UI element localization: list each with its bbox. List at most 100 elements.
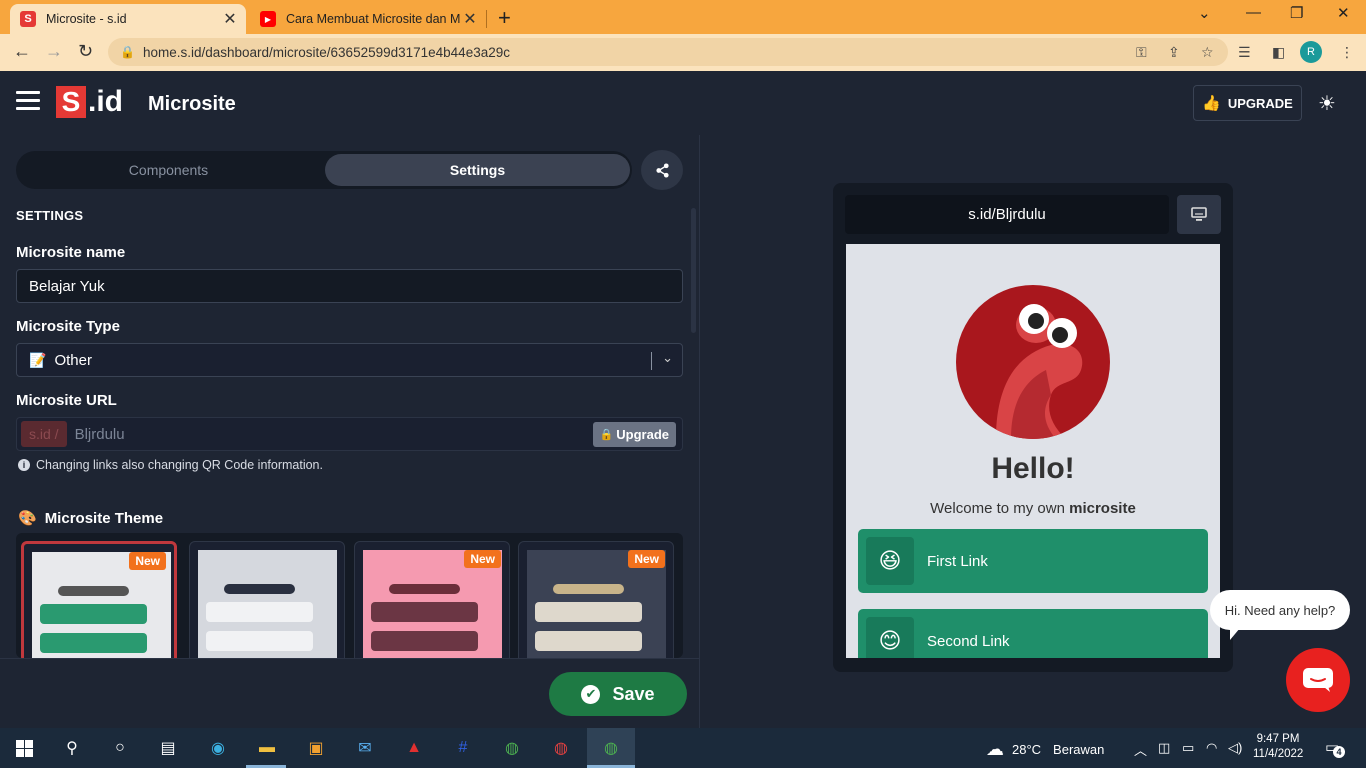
app-header: S .id Microsite 👍 UPGRADE ☀ [0, 71, 1366, 135]
microsite-type-select[interactable]: 📝 Other ⌄ [16, 343, 683, 377]
file-explorer-icon[interactable]: ▬ [255, 736, 279, 760]
theme-bar [371, 631, 478, 651]
save-button[interactable]: ✔ Save [549, 672, 687, 716]
theme-card-2[interactable] [189, 541, 345, 658]
theme-bar [553, 584, 624, 594]
info-icon: i [18, 459, 30, 471]
share-button[interactable] [641, 150, 683, 190]
wifi-icon[interactable]: ◠ [1206, 740, 1217, 756]
forward-icon[interactable]: → [45, 41, 63, 62]
sid-logo[interactable]: S .id [56, 85, 123, 119]
theme-bar [58, 586, 129, 596]
cortana-icon[interactable]: ○ [108, 736, 132, 760]
task-view-icon[interactable]: ▤ [156, 736, 180, 760]
chat-bubble[interactable]: Hi. Need any help? [1210, 590, 1350, 630]
cloud-icon: ☁ [986, 739, 1004, 759]
chrome-profile-icon[interactable]: ◍ [549, 736, 573, 760]
battery-icon[interactable]: ▭ [1182, 740, 1194, 756]
reload-icon[interactable]: ↻ [78, 41, 93, 62]
tab-settings[interactable]: Settings [325, 154, 630, 186]
notification-count: 4 [1333, 746, 1345, 758]
mail-icon[interactable]: ✉ [353, 736, 377, 760]
chrome-menu-icon[interactable]: ⋮ [1340, 44, 1354, 61]
search-icon[interactable]: ⚲ [60, 736, 84, 760]
tab-title: Microsite - s.id [46, 12, 127, 26]
grinning-squint-icon: 😆 [866, 537, 914, 585]
windows-start-icon[interactable] [12, 736, 36, 760]
tab-separator [486, 10, 487, 28]
system-clock[interactable]: 9:47 PM 11/4/2022 [1253, 732, 1303, 762]
theme-bar [40, 633, 147, 653]
theme-toggle-sun-icon[interactable]: ☀ [1318, 91, 1336, 116]
theme-heading-text: Microsite Theme [44, 509, 164, 527]
preview-link-2[interactable]: 😊 Second Link [858, 609, 1208, 658]
share-page-icon[interactable]: ⇪ [1168, 44, 1180, 61]
upgrade-button[interactable]: 👍 UPGRADE [1193, 85, 1302, 121]
hashtag-app-icon[interactable]: # [451, 736, 475, 760]
chat-button[interactable] [1286, 648, 1350, 712]
select-separator [651, 352, 652, 370]
theme-card-3[interactable]: New [354, 541, 510, 658]
desktop-view-button[interactable] [1177, 195, 1221, 234]
close-window-icon[interactable]: ✕ [1337, 4, 1350, 22]
new-badge: New [628, 550, 665, 568]
address-bar[interactable]: 🔒 home.s.id/dashboard/microsite/63652599… [108, 38, 1228, 66]
theme-bar [206, 602, 313, 622]
close-tab-icon[interactable]: ✕ [460, 9, 480, 29]
browser-toolbar: ← → ↻ 🔒 home.s.id/dashboard/microsite/63… [0, 34, 1366, 71]
chrome-active-icon[interactable]: ◍ [599, 736, 623, 760]
check-icon: ✔ [581, 684, 601, 704]
share-icon [655, 162, 669, 178]
chat-bubble-tail [1230, 628, 1240, 640]
mendeley-icon[interactable]: ▲ [402, 736, 426, 760]
url-slug-input[interactable]: Bljrdulu [75, 426, 125, 443]
link-label: First Link [927, 552, 988, 570]
clock-time: 9:47 PM [1256, 733, 1300, 745]
key-icon[interactable]: ⚿ [1136, 44, 1147, 61]
microsite-name-input[interactable]: Belajar Yuk [16, 269, 683, 303]
preview-url[interactable]: s.id/Bljrdulu [845, 195, 1169, 234]
upgrade-label: UPGRADE [1227, 95, 1293, 111]
logo-s: S [56, 86, 86, 118]
restore-icon[interactable]: ❐ [1290, 4, 1303, 22]
edge-icon[interactable]: ◉ [206, 736, 230, 760]
theme-heading: 🎨 Microsite Theme [18, 509, 164, 528]
tab-components[interactable]: Components [16, 154, 321, 186]
tab-search-icon[interactable]: ⌄ [1198, 4, 1211, 22]
lock-icon: 🔒 [120, 45, 135, 59]
url-upgrade-button[interactable]: 🔒 Upgrade [592, 422, 676, 447]
smiling-face-icon: 😊 [866, 617, 914, 658]
tray-chevron-icon[interactable]: ︿ [1134, 740, 1147, 759]
side-panel-icon[interactable]: ◧ [1272, 44, 1285, 61]
snake-avatar-icon [996, 304, 1083, 439]
hamburger-menu-icon[interactable] [16, 91, 40, 111]
microsite-type-value: Other [54, 351, 92, 369]
theme-bar [535, 631, 642, 651]
theme-card-1[interactable]: New [21, 541, 177, 658]
scrollbar-thumb[interactable] [691, 208, 696, 333]
store-icon[interactable]: ▣ [304, 736, 328, 760]
volume-icon[interactable]: ◁) [1228, 740, 1242, 756]
meet-now-icon[interactable]: ◫ [1158, 740, 1170, 756]
browser-tab-bar: S Microsite - s.id ✕ ▶ Cara Membuat Micr… [0, 0, 1366, 34]
reading-list-icon[interactable]: ☰ [1238, 44, 1251, 61]
minimize-icon[interactable]: — [1246, 4, 1261, 21]
new-tab-icon[interactable]: + [498, 5, 511, 31]
tab-youtube[interactable]: ▶ Cara Membuat Microsite dan Me ✕ [254, 4, 486, 34]
sid-favicon-icon: S [20, 11, 36, 27]
url-text: home.s.id/dashboard/microsite/63652599d3… [142, 44, 510, 60]
theme-card-4[interactable]: New [518, 541, 674, 658]
tab-microsite[interactable]: S Microsite - s.id ✕ [10, 4, 246, 34]
chrome-icon[interactable]: ◍ [500, 736, 524, 760]
back-icon[interactable]: ← [13, 41, 31, 62]
preview-link-1[interactable]: 😆 First Link [858, 529, 1208, 593]
bookmark-star-icon[interactable]: ☆ [1201, 44, 1214, 61]
weather-widget[interactable]: ☁ 28°C Berawan [986, 739, 1104, 760]
profile-avatar[interactable]: R [1300, 41, 1322, 63]
notification-center-icon[interactable]: ▭ 4 [1325, 738, 1345, 758]
close-tab-icon[interactable]: ✕ [220, 9, 240, 29]
welcome-bold: microsite [1069, 500, 1136, 517]
tab-title: Cara Membuat Microsite dan Me [286, 12, 460, 26]
new-badge: New [464, 550, 501, 568]
settings-heading: SETTINGS [16, 208, 84, 223]
